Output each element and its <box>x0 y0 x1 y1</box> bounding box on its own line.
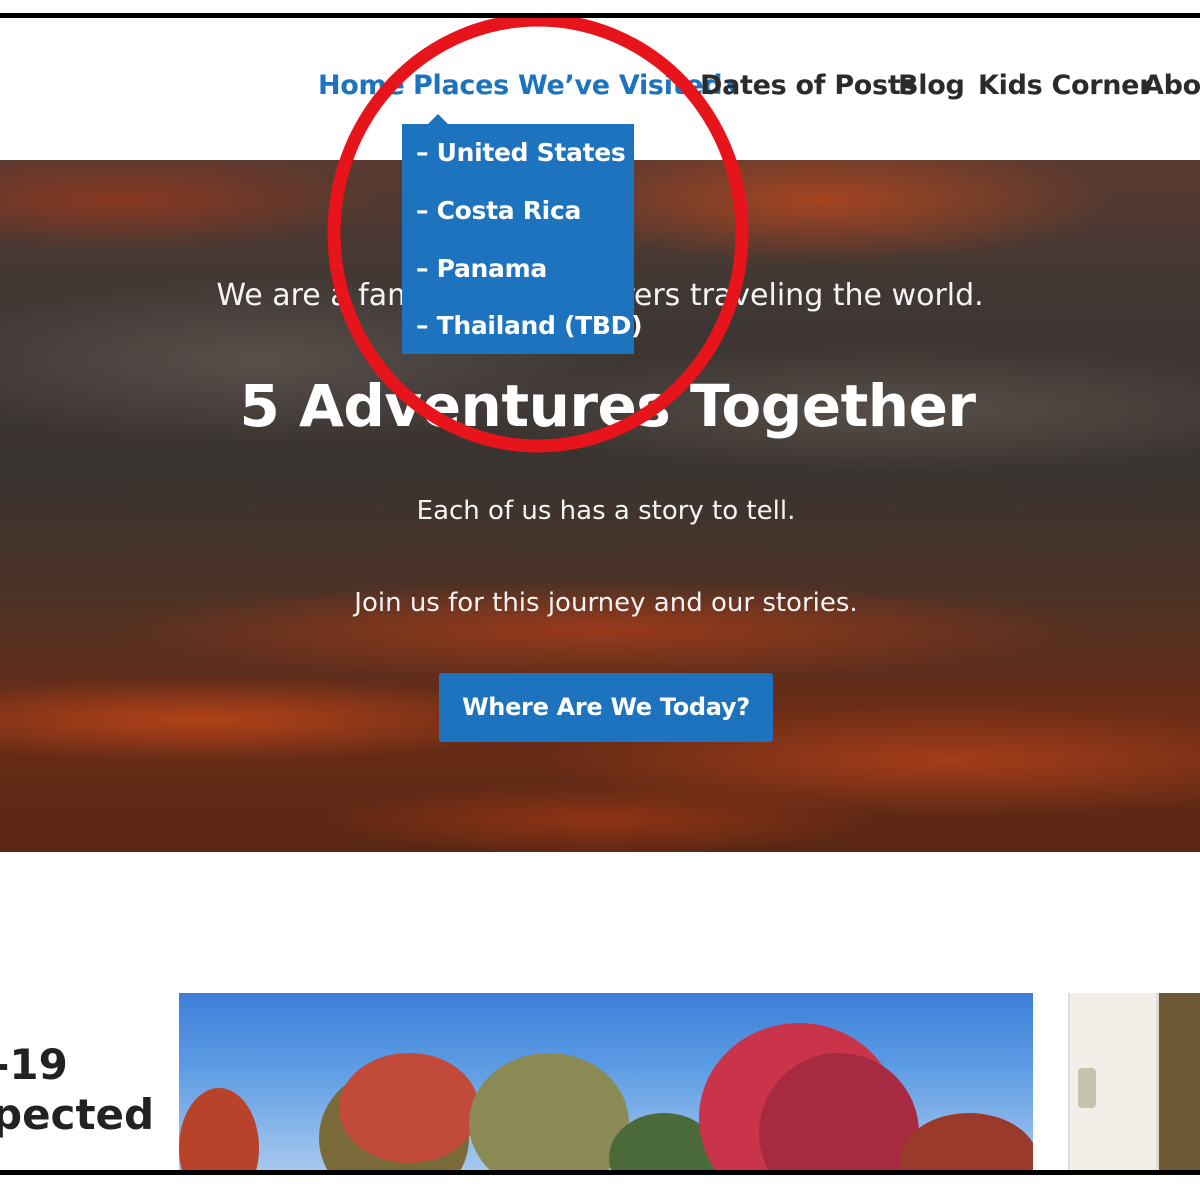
door-handle <box>1078 1068 1096 1108</box>
hero-tagline: Join us for this journey and our stories… <box>354 588 858 618</box>
hero-title: 5 Adventures Together <box>239 372 976 440</box>
dropdown-item-thailand[interactable]: – Thailand (TBD) <box>416 311 643 340</box>
nav-item-about[interactable]: About <box>1143 70 1200 101</box>
nav-item-places-visited[interactable]: Places We’ve Visited ▼ <box>413 70 737 101</box>
nav-item-kids-corner[interactable]: Kids Corner <box>978 70 1153 101</box>
places-dropdown-menu: – United States – Costa Rica – Panama – … <box>402 114 643 354</box>
main-navigation: Home Places We’ve Visited ▼ Dates of Post… <box>0 58 1200 118</box>
post-thumbnail-autumn-trees[interactable] <box>179 993 1033 1173</box>
dropdown-item-panama[interactable]: – Panama <box>416 254 547 283</box>
frame-bottom-bar <box>0 1170 1200 1200</box>
dropdown-item-costa-rica[interactable]: – Costa Rica <box>416 196 581 225</box>
dropdown-pointer <box>428 114 448 124</box>
where-are-we-today-button[interactable]: Where Are We Today? <box>439 673 773 742</box>
nav-item-blog[interactable]: Blog <box>898 70 965 101</box>
hero-subtitle: Each of us has a story to tell. <box>416 496 796 526</box>
nav-item-home[interactable]: Home <box>318 70 405 101</box>
post-title-partial[interactable]: -19 pected <box>0 1040 154 1140</box>
nav-item-label: Places We’ve Visited <box>413 70 723 101</box>
frame-top-bar <box>0 0 1200 18</box>
door-window <box>1156 993 1200 1173</box>
post-thumbnail-door[interactable] <box>1068 993 1200 1173</box>
dropdown-item-united-states[interactable]: – United States <box>416 138 626 167</box>
nav-item-dates-of-posts[interactable]: Dates of Posts <box>700 70 917 101</box>
